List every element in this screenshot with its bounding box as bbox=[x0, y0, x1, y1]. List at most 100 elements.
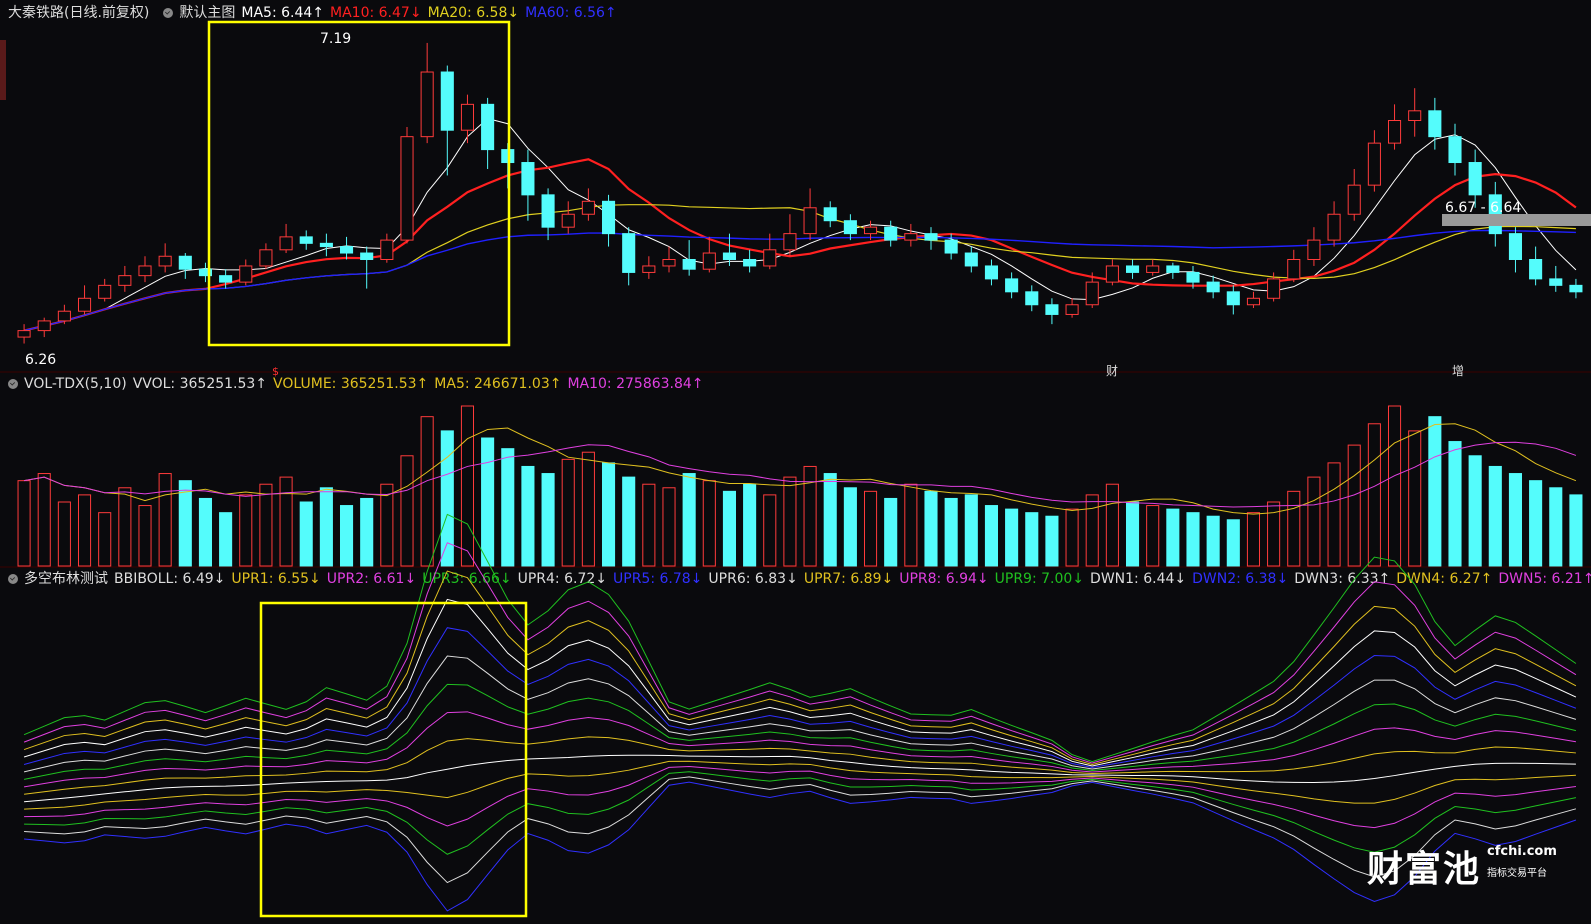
volume-bar bbox=[1347, 444, 1361, 567]
volume-bar bbox=[743, 483, 757, 567]
candle-body bbox=[662, 258, 676, 267]
candle-body bbox=[1428, 110, 1442, 138]
candle-body bbox=[1327, 213, 1341, 241]
volume-bar bbox=[138, 505, 152, 567]
volume-bar bbox=[904, 483, 918, 567]
candle-body bbox=[682, 258, 696, 270]
candle-body bbox=[924, 233, 938, 241]
volume-bar bbox=[360, 497, 374, 567]
highlight-box-main bbox=[207, 20, 511, 347]
boll-band-line bbox=[23, 627, 1577, 769]
event-marker-zeng[interactable]: 增 bbox=[1452, 364, 1464, 378]
candle-body bbox=[1025, 291, 1039, 306]
boll-band-line bbox=[23, 598, 1577, 767]
volume-bar bbox=[1206, 515, 1220, 567]
volume-bar bbox=[1488, 465, 1502, 567]
candle-body bbox=[1387, 120, 1402, 144]
candle-body bbox=[1085, 281, 1099, 306]
candle-body bbox=[763, 249, 777, 267]
volume-bar bbox=[964, 494, 978, 567]
candle-body bbox=[1005, 278, 1019, 293]
volume-bar bbox=[1387, 405, 1402, 567]
boll-panel[interactable] bbox=[23, 513, 1577, 912]
boll-band-line bbox=[23, 655, 1577, 773]
candle-body bbox=[1105, 265, 1119, 283]
volume-bar bbox=[642, 483, 656, 567]
volume-panel[interactable] bbox=[17, 405, 1583, 567]
watermark-logo: 财富池 cfchi.com 指标交易平台 bbox=[1367, 840, 1557, 890]
volume-bar bbox=[1448, 441, 1462, 567]
candle-body bbox=[1226, 291, 1240, 306]
volume-bar bbox=[521, 465, 535, 567]
volume-bar bbox=[380, 483, 394, 567]
candlestick-panel[interactable] bbox=[17, 42, 1583, 344]
candle-body bbox=[239, 265, 253, 283]
candle-body bbox=[17, 330, 31, 338]
volume-bar bbox=[17, 480, 31, 567]
vol-ma5-line bbox=[23, 423, 1577, 515]
candle-body bbox=[601, 200, 616, 235]
event-marker-s[interactable]: $ bbox=[272, 365, 279, 378]
volume-bar bbox=[823, 473, 837, 567]
chart-canvas[interactable]: 7.19 6.26 6.67 - 6.64 $ 财 增 bbox=[0, 0, 1591, 924]
candle-body bbox=[1206, 281, 1220, 293]
volume-bar bbox=[1307, 476, 1321, 567]
watermark-site: cfchi.com bbox=[1487, 844, 1557, 859]
watermark-brand: 财富池 bbox=[1367, 849, 1482, 890]
candle-body bbox=[158, 255, 172, 267]
volume-bar bbox=[601, 462, 616, 567]
candle-body bbox=[440, 71, 454, 131]
candle-body bbox=[138, 265, 152, 277]
volume-bar bbox=[863, 490, 878, 567]
volume-bar bbox=[1549, 487, 1563, 567]
candle-body bbox=[339, 246, 354, 254]
candle-body bbox=[259, 249, 273, 267]
volume-bar bbox=[722, 490, 737, 567]
volume-bar bbox=[98, 512, 112, 567]
volume-bar bbox=[884, 497, 898, 567]
volume-bar bbox=[279, 476, 293, 567]
volume-bar bbox=[1085, 494, 1099, 567]
candle-body bbox=[1408, 110, 1422, 122]
candle-body bbox=[521, 162, 535, 196]
candle-body bbox=[743, 258, 757, 267]
volume-bar bbox=[581, 451, 595, 567]
candle-body bbox=[722, 252, 737, 260]
volume-bar bbox=[1468, 455, 1482, 567]
candle-body bbox=[642, 265, 656, 273]
volume-bar bbox=[682, 473, 696, 567]
volume-bar bbox=[1005, 508, 1019, 567]
candle-body bbox=[1186, 271, 1200, 283]
event-marker-cai[interactable]: 财 bbox=[1106, 364, 1118, 378]
candle-body bbox=[219, 275, 233, 283]
candle-body bbox=[904, 233, 918, 241]
candle-body bbox=[843, 220, 857, 235]
candle-body bbox=[1529, 258, 1543, 280]
volume-bar bbox=[501, 448, 515, 567]
candle-body bbox=[581, 200, 595, 215]
ma-line-ma60 bbox=[23, 229, 1576, 332]
volume-bar bbox=[158, 473, 172, 567]
volume-bar bbox=[400, 455, 414, 567]
volume-bar bbox=[1246, 512, 1261, 567]
high-price-label: 7.19 bbox=[320, 31, 351, 47]
volume-bar bbox=[198, 497, 213, 567]
volume-bar bbox=[37, 473, 51, 567]
candle-body bbox=[1065, 304, 1079, 315]
volume-bar bbox=[984, 505, 999, 567]
candle-body bbox=[622, 233, 636, 273]
volume-bar bbox=[763, 494, 777, 567]
candle-body bbox=[1468, 162, 1482, 196]
candle-body bbox=[299, 236, 313, 244]
ma-line-ma10 bbox=[23, 158, 1577, 332]
candle-body bbox=[1287, 258, 1301, 280]
candle-body bbox=[1045, 304, 1059, 315]
candle-body bbox=[1267, 278, 1281, 299]
candle-body bbox=[561, 213, 575, 228]
candle-body bbox=[1448, 136, 1462, 164]
candle-body bbox=[702, 252, 716, 270]
volume-bar bbox=[1287, 490, 1301, 567]
candle-body bbox=[783, 233, 797, 251]
candle-body bbox=[984, 265, 999, 280]
volume-bar bbox=[259, 483, 273, 567]
